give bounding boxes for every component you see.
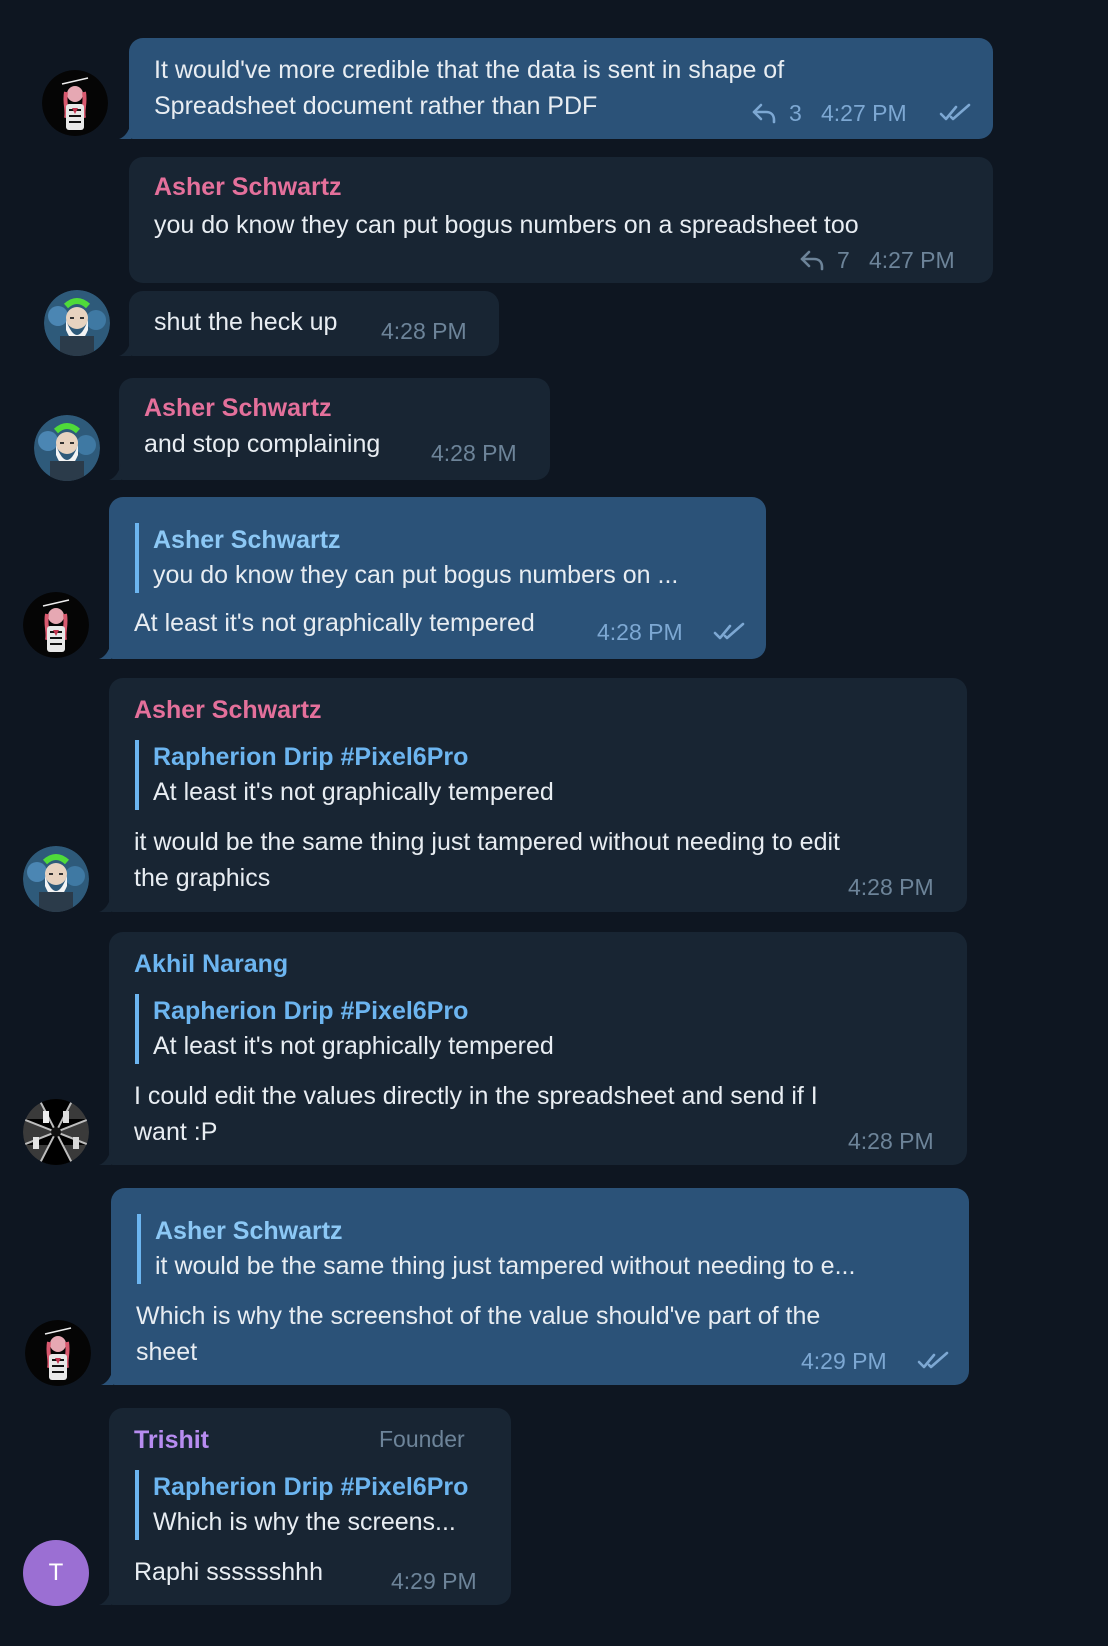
message-text: Raphi sssssshhh <box>134 1558 323 1586</box>
avatar-initial[interactable]: T <box>23 1540 89 1606</box>
sender-name[interactable]: Trishit <box>134 1424 209 1456</box>
quote-text: it would be the same thing just tampered… <box>155 1252 856 1280</box>
message-time: 4:28 PM <box>597 619 683 645</box>
double-check-icon <box>713 622 747 642</box>
message-text: Which is why the screenshot of the value… <box>136 1302 821 1330</box>
double-check-icon <box>939 103 973 123</box>
message-bubble[interactable]: It would've more credible that the data … <box>129 38 993 139</box>
quote-sender: Rapherion Drip #Pixel6Pro <box>153 1473 469 1501</box>
avatar-oldman-icon[interactable] <box>34 415 100 481</box>
avatar-anime-icon[interactable] <box>42 70 108 136</box>
avatar-anime-icon[interactable] <box>23 592 89 658</box>
quote-sender: Rapherion Drip #Pixel6Pro <box>153 743 469 771</box>
quote-text: At least it's not graphically tempered <box>153 1032 554 1060</box>
reply-quote[interactable]: Rapherion Drip #Pixel6Pro At least it's … <box>135 994 554 1064</box>
message-text: sheet <box>136 1338 198 1366</box>
reply-count[interactable]: 7 <box>837 245 850 275</box>
quote-sender: Asher Schwartz <box>153 526 341 554</box>
message-text: the graphics <box>134 864 271 892</box>
message-time: 4:29 PM <box>391 1568 477 1594</box>
quote-text: you do know they can put bogus numbers o… <box>153 561 679 589</box>
quote-sender: Rapherion Drip #Pixel6Pro <box>153 997 469 1025</box>
sender-name[interactable]: Akhil Narang <box>134 948 288 980</box>
message-bubble[interactable]: Akhil Narang Rapherion Drip #Pixel6Pro A… <box>109 932 967 1165</box>
quote-text: Which is why the screens... <box>153 1508 456 1536</box>
reply-count[interactable]: 3 <box>789 98 802 128</box>
reply-icon[interactable] <box>799 249 825 271</box>
message-bubble[interactable]: Trishit Founder Rapherion Drip #Pixel6Pr… <box>109 1408 511 1605</box>
message-text: it would be the same thing just tampered… <box>134 828 840 856</box>
message-bubble[interactable]: Asher Schwartz you do know they can put … <box>109 497 766 659</box>
avatar-oldman-icon[interactable] <box>23 846 89 912</box>
double-check-icon <box>917 1351 951 1371</box>
quote-sender: Asher Schwartz <box>155 1217 343 1245</box>
message-text: want :P <box>134 1118 218 1146</box>
message-time: 4:28 PM <box>431 440 517 466</box>
message-time: 4:27 PM <box>869 247 955 273</box>
message-bubble[interactable]: Asher Schwartz and stop complaining 4:28… <box>119 378 550 480</box>
message-text: It would've more credible that the data … <box>154 56 785 84</box>
message-text: I could edit the values directly in the … <box>134 1082 818 1110</box>
message-text: shut the heck up <box>154 308 338 336</box>
message-bubble[interactable]: Asher Schwartz Rapherion Drip #Pixel6Pro… <box>109 678 967 912</box>
message-text: you do know they can put bogus numbers o… <box>154 211 859 239</box>
reply-quote[interactable]: Asher Schwartz you do know they can put … <box>135 523 678 593</box>
reply-quote[interactable]: Rapherion Drip #Pixel6Pro Which is why t… <box>135 1470 468 1540</box>
message-time: 4:28 PM <box>848 1128 934 1154</box>
message-text: At least it's not graphically tempered <box>134 609 535 637</box>
reply-quote[interactable]: Rapherion Drip #Pixel6Pro At least it's … <box>135 740 554 810</box>
message-time: 4:28 PM <box>381 318 467 344</box>
avatar-corridor-icon[interactable] <box>23 1099 89 1165</box>
message-time: 4:27 PM <box>821 100 907 126</box>
sender-name[interactable]: Asher Schwartz <box>134 694 322 726</box>
message-text: and stop complaining <box>144 430 381 458</box>
message-bubble[interactable]: Asher Schwartz it would be the same thin… <box>111 1188 969 1385</box>
avatar-anime-icon[interactable] <box>25 1320 91 1386</box>
sender-name[interactable]: Asher Schwartz <box>144 392 332 424</box>
message-bubble[interactable]: Asher Schwartz you do know they can put … <box>129 157 993 283</box>
reply-quote[interactable]: Asher Schwartz it would be the same thin… <box>137 1214 855 1284</box>
avatar-oldman-icon[interactable] <box>44 290 110 356</box>
admin-role-badge: Founder <box>379 1426 465 1452</box>
sender-name[interactable]: Asher Schwartz <box>154 171 342 203</box>
message-bubble[interactable]: shut the heck up 4:28 PM <box>129 291 499 356</box>
quote-text: At least it's not graphically tempered <box>153 778 554 806</box>
message-text: Spreadsheet document rather than PDF <box>154 92 598 120</box>
message-time: 4:29 PM <box>801 1348 887 1374</box>
reply-icon[interactable] <box>751 102 777 124</box>
message-time: 4:28 PM <box>848 874 934 900</box>
